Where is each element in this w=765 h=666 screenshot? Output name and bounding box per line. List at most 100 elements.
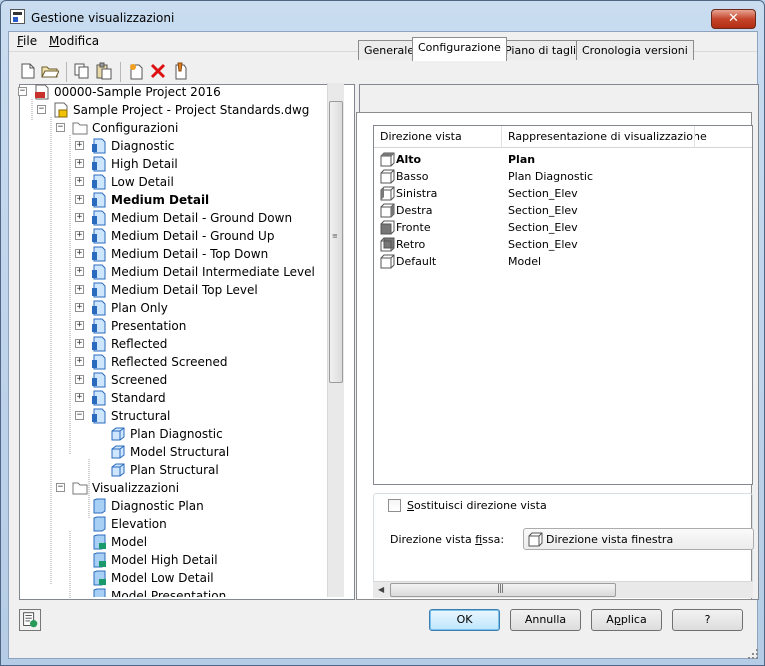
tree-item-display-rep[interactable]: Plan Diagnostic	[18, 425, 336, 443]
display-rep-icon	[93, 516, 106, 532]
new-icon[interactable]	[19, 62, 37, 80]
scroll-thumb[interactable]	[329, 101, 343, 383]
tab-generale[interactable]: Generale	[358, 40, 421, 60]
expand-toggle[interactable]: +	[75, 375, 84, 384]
panel-horizontal-scrollbar[interactable]: ◀ |||	[373, 581, 753, 598]
tree-item-display-rep[interactable]: Elevation	[18, 515, 336, 533]
tree-item-config[interactable]: + Reflected	[18, 335, 336, 353]
tree-label: Medium Detail - Ground Up	[111, 229, 275, 243]
tree-item-config-active[interactable]: + Medium Detail	[18, 191, 336, 209]
expand-toggle[interactable]: +	[75, 357, 84, 366]
expand-toggle[interactable]: +	[75, 231, 84, 240]
title-bar[interactable]: Gestione visualizzazioni ✕	[1, 1, 764, 31]
list-row[interactable]: Retro Section_Elev	[374, 236, 752, 253]
tab-cronologia-versioni[interactable]: Cronologia versioni	[576, 40, 694, 60]
scroll-thumb[interactable]: |||	[390, 583, 616, 597]
column-divider[interactable]	[694, 126, 695, 148]
tree-item-config[interactable]: − Structural	[18, 407, 336, 425]
view-cube-icon	[528, 532, 543, 547]
expand-toggle[interactable]: +	[75, 393, 84, 402]
tree-item-config[interactable]: + Plan Only	[18, 299, 336, 317]
fixed-view-direction-select[interactable]: Direzione vista finestra	[523, 528, 754, 550]
tree-item-display-rep[interactable]: Model Presentation	[18, 587, 336, 597]
resize-grip-icon[interactable]	[747, 648, 759, 660]
column-header-direction[interactable]: Direzione vista	[380, 130, 462, 143]
open-folder-icon[interactable]	[41, 62, 59, 80]
new-item-star-icon[interactable]	[127, 62, 145, 80]
expand-toggle[interactable]: +	[75, 195, 84, 204]
expand-toggle[interactable]: +	[75, 339, 84, 348]
column-header-representation[interactable]: Rappresentazione di visualizzazione	[508, 130, 707, 143]
tree-item-config[interactable]: + Medium Detail - Ground Up	[18, 227, 336, 245]
expand-toggle[interactable]: +	[75, 267, 84, 276]
collapse-toggle[interactable]: −	[75, 411, 84, 420]
tree-item-config[interactable]: + High Detail	[18, 155, 336, 173]
override-view-direction-label[interactable]: Sostituisci direzione vista	[404, 499, 550, 512]
scroll-grip-icon: ≡	[332, 232, 338, 240]
list-row[interactable]: Sinistra Section_Elev	[374, 185, 752, 202]
menu-file[interactable]: File	[17, 34, 37, 48]
tab-configurazione[interactable]: Configurazione	[412, 37, 507, 61]
view-direction-list[interactable]: Direzione vista Rappresentazione di visu…	[373, 125, 753, 485]
tree-item-config[interactable]: + Standard	[18, 389, 336, 407]
list-cell-direction: Basso	[396, 170, 429, 183]
close-button[interactable]: ✕	[711, 9, 756, 29]
expand-toggle[interactable]: +	[75, 321, 84, 330]
expand-toggle[interactable]: +	[75, 303, 84, 312]
override-view-direction-checkbox[interactable]	[388, 499, 401, 512]
list-row[interactable]: Fronte Section_Elev	[374, 219, 752, 236]
tree-item-display-rep[interactable]: Plan Structural	[18, 461, 336, 479]
column-divider[interactable]	[501, 126, 502, 148]
tree-item-display-rep[interactable]: Model Structural	[18, 443, 336, 461]
purge-icon[interactable]	[171, 62, 189, 80]
tree-item-config[interactable]: + Reflected Screened	[18, 353, 336, 371]
ok-button[interactable]: OK	[429, 609, 500, 631]
cancel-button[interactable]: Annulla	[510, 609, 581, 631]
tree-row-visualizzazioni[interactable]: − Visualizzazioni	[18, 479, 336, 497]
tree-item-config[interactable]: + Diagnostic	[18, 137, 336, 155]
tree-item-config[interactable]: + Presentation	[18, 317, 336, 335]
tree-item-display-rep[interactable]: Model Low Detail	[18, 569, 336, 587]
scroll-left-icon[interactable]: ◀	[378, 585, 384, 594]
help-button[interactable]: ?	[672, 609, 743, 631]
expand-toggle[interactable]: +	[75, 249, 84, 258]
tree-label: Reflected Screened	[111, 355, 228, 369]
tree-rows: − 00000-Sample Project 2016 − Sample Pro…	[18, 83, 336, 597]
list-row[interactable]: Destra Section_Elev	[374, 202, 752, 219]
display-rep-model-icon	[93, 534, 106, 550]
expand-toggle[interactable]: +	[75, 159, 84, 168]
expand-toggle[interactable]: +	[75, 285, 84, 294]
folder-icon	[72, 482, 88, 495]
tree-item-config[interactable]: + Screened	[18, 371, 336, 389]
delete-icon[interactable]	[149, 62, 167, 80]
tree-item-config[interactable]: + Low Detail	[18, 173, 336, 191]
tree-item-display-rep[interactable]: Model High Detail	[18, 551, 336, 569]
tree-item-config[interactable]: + Medium Detail - Top Down	[18, 245, 336, 263]
copy-icon[interactable]	[73, 62, 91, 80]
tree-row-configurazioni[interactable]: − Configurazioni	[18, 119, 336, 137]
tree-item-display-rep[interactable]: Model	[18, 533, 336, 551]
list-cell-direction: Retro	[396, 238, 426, 251]
collapse-toggle[interactable]: −	[56, 123, 65, 132]
tree-item-config[interactable]: + Medium Detail - Ground Down	[18, 209, 336, 227]
collapse-toggle[interactable]: −	[37, 105, 46, 114]
expand-toggle[interactable]: +	[75, 141, 84, 150]
paste-icon[interactable]	[95, 62, 113, 80]
tree-item-display-rep[interactable]: Diagnostic Plan	[18, 497, 336, 515]
fixed-view-direction-label: Direzione vista fissa:	[390, 533, 505, 546]
tree-vertical-scrollbar[interactable]: ≡	[327, 83, 344, 597]
tree-item-config[interactable]: + Medium Detail Top Level	[18, 281, 336, 299]
list-row[interactable]: Default Model	[374, 253, 752, 270]
menu-modifica[interactable]: Modifica	[49, 34, 99, 48]
list-row[interactable]: Basso Plan Diagnostic	[374, 168, 752, 185]
list-row[interactable]: Alto Plan	[374, 151, 752, 168]
apply-button[interactable]: Applica	[591, 609, 662, 631]
tree-row-drawing[interactable]: − Sample Project - Project Standards.dwg	[18, 101, 336, 119]
report-icon-button[interactable]	[19, 609, 41, 631]
tree-item-config[interactable]: + Medium Detail Intermediate Level	[18, 263, 336, 281]
collapse-toggle[interactable]: −	[18, 87, 27, 96]
expand-toggle[interactable]: +	[75, 177, 84, 186]
expand-toggle[interactable]: +	[75, 213, 84, 222]
collapse-toggle[interactable]: −	[56, 483, 65, 492]
tree-row-project[interactable]: − 00000-Sample Project 2016	[18, 83, 336, 101]
